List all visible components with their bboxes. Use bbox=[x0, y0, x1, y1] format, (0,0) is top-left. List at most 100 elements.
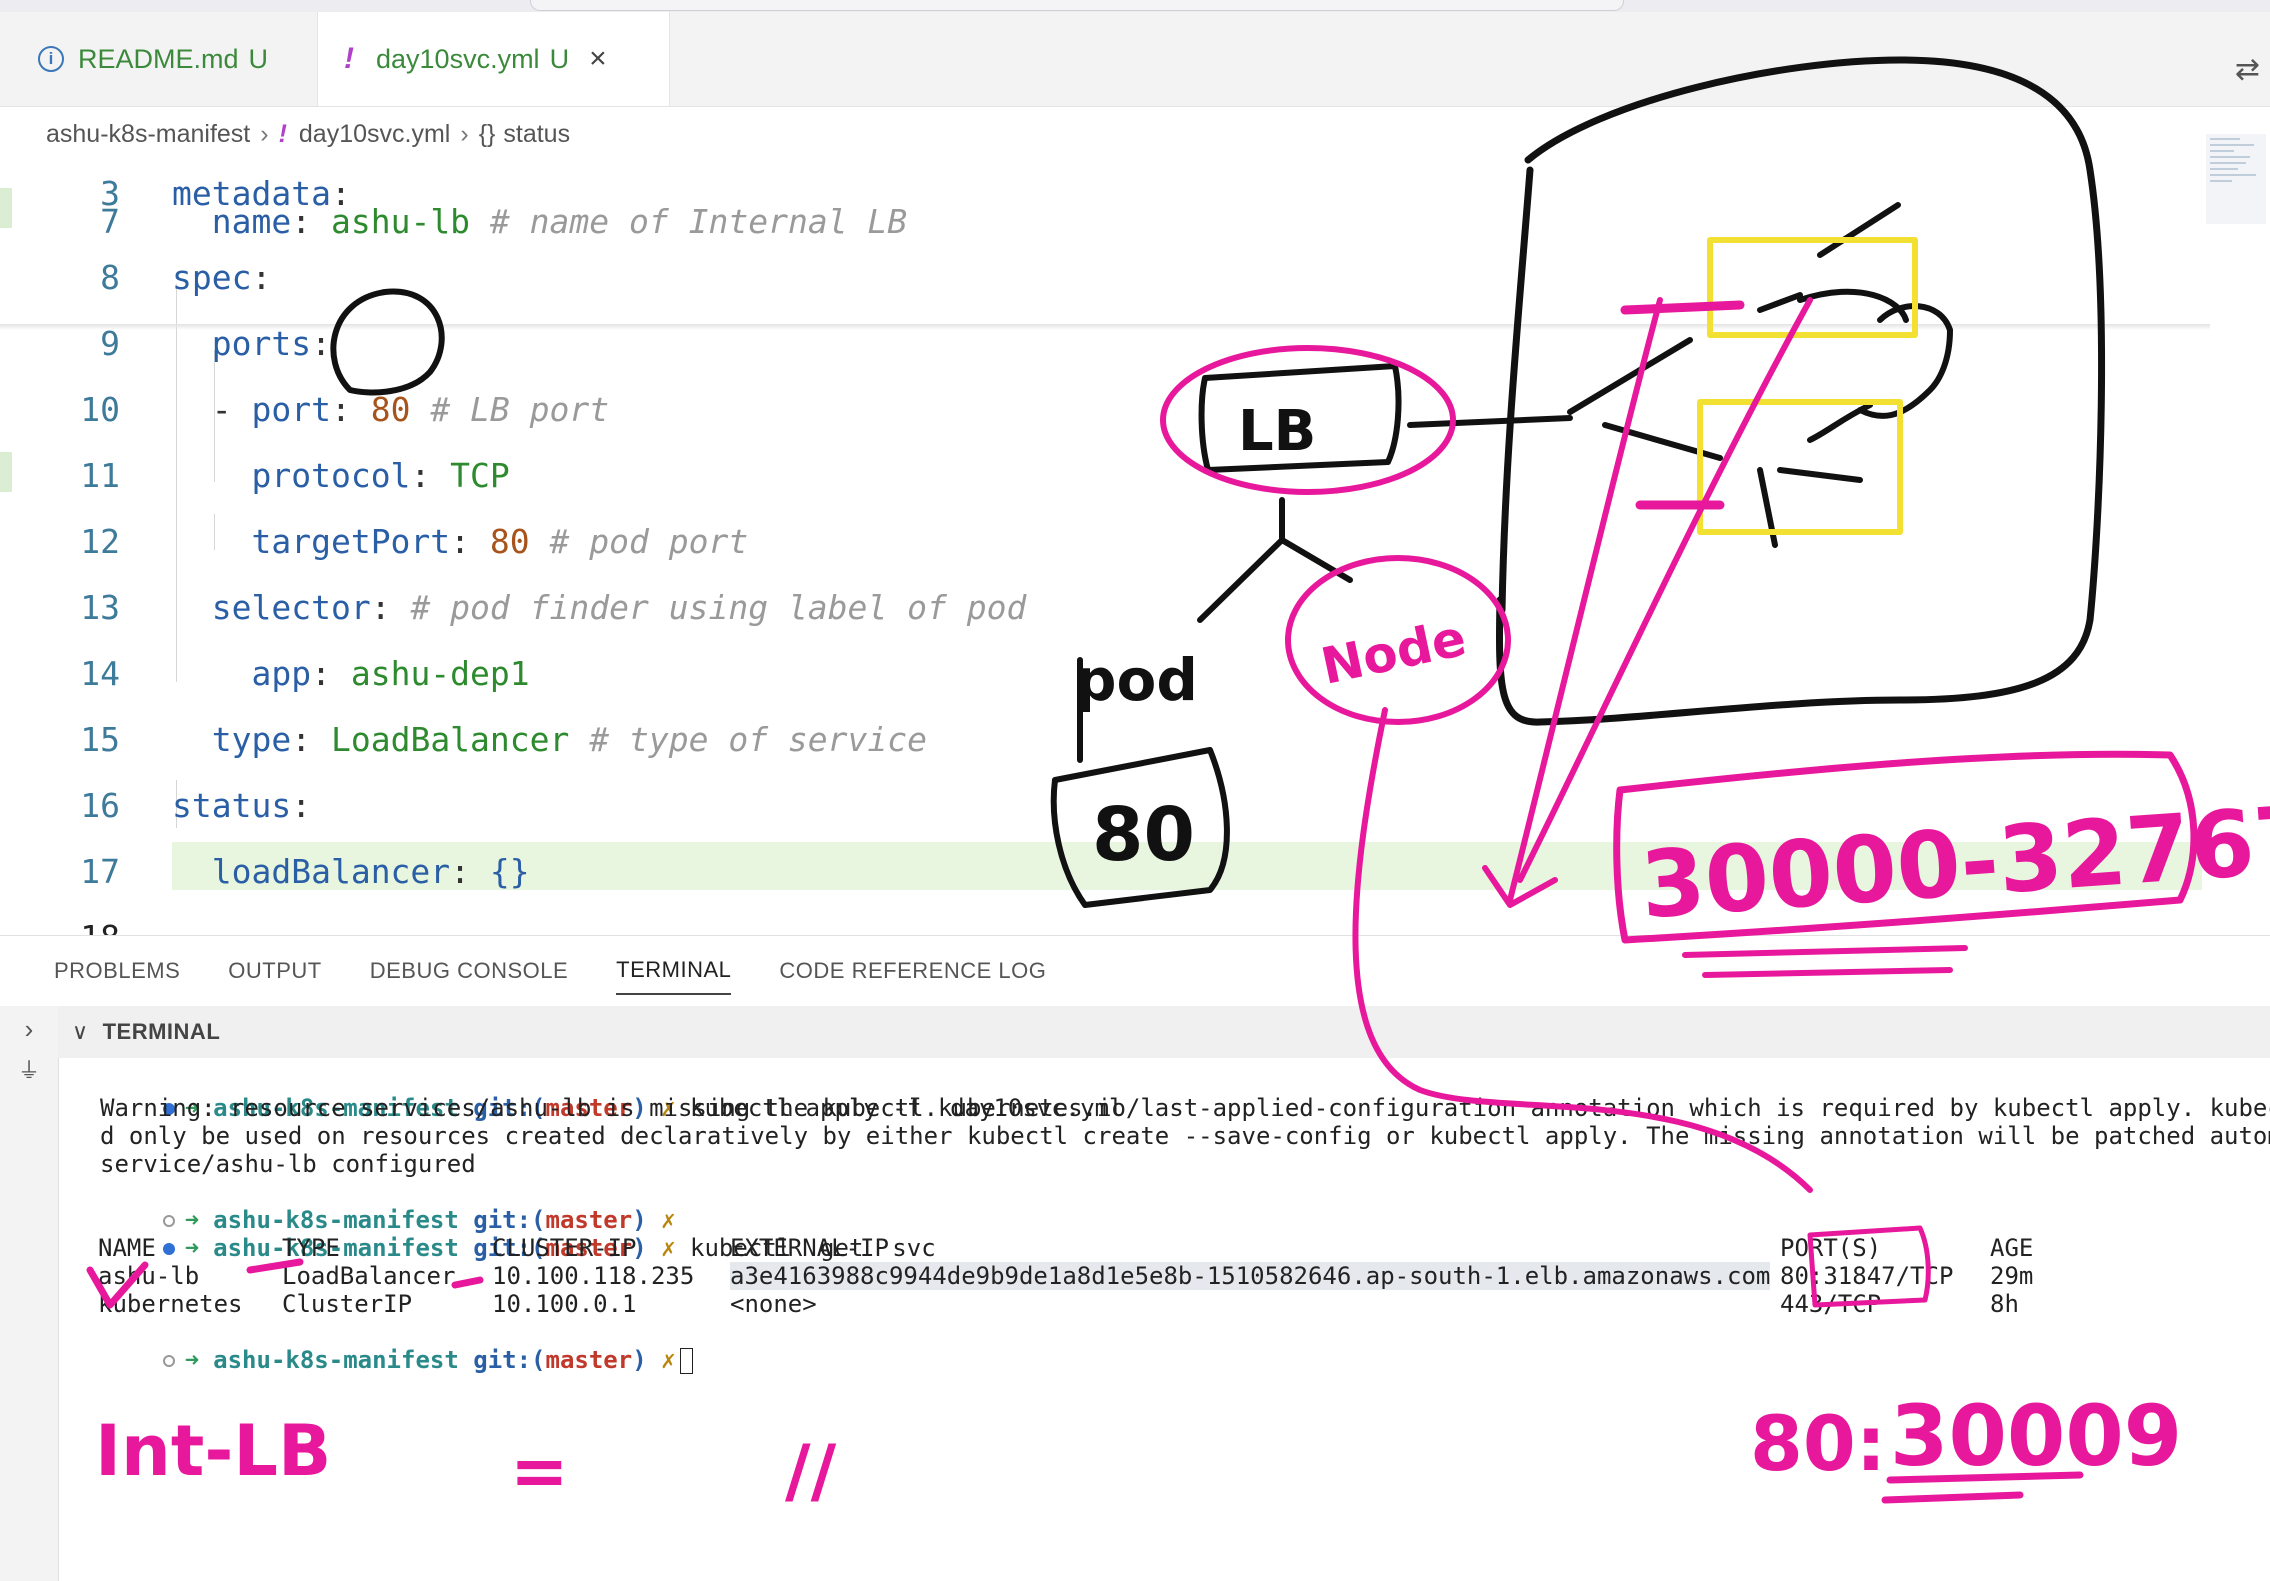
terminal-output-line: service/ashu-lb configured bbox=[100, 1150, 476, 1178]
terminal-section-header[interactable]: ∨ TERMINAL bbox=[58, 1006, 2270, 1058]
terminal-sidebar: › ⏚ bbox=[0, 1006, 59, 1581]
table-cell: kubernetes bbox=[98, 1290, 243, 1318]
tab-output[interactable]: OUTPUT bbox=[228, 948, 321, 994]
code-line[interactable]: 10 - port: 80 # LB port bbox=[0, 386, 2210, 434]
prompt-arrow-icon: ➜ bbox=[184, 1346, 200, 1374]
table-cell: 10.100.118.235 bbox=[492, 1262, 695, 1290]
token-key: loadBalancer bbox=[211, 852, 451, 891]
token-value: TCP bbox=[430, 456, 510, 495]
code-line[interactable]: 16 status: bbox=[0, 782, 2210, 830]
token-comment: # pod port bbox=[529, 522, 749, 561]
code-line[interactable]: 15 type: LoadBalancer # type of service bbox=[0, 716, 2210, 764]
token-value: LoadBalancer bbox=[311, 720, 570, 759]
token-value: 80 bbox=[470, 522, 530, 561]
table-header: EXTERNAL-IP bbox=[730, 1234, 889, 1262]
command-success-dot[interactable] bbox=[162, 1243, 175, 1255]
bottom-panel: PROBLEMS OUTPUT DEBUG CONSOLE TERMINAL C… bbox=[0, 935, 2270, 1581]
code-editor[interactable]: 3 metadata: 7 name: ashu-lb # name of Inte… bbox=[0, 140, 2270, 957]
col-name: NAME bbox=[98, 1234, 156, 1262]
col-external-ip: EXTERNAL-IP bbox=[730, 1234, 889, 1262]
prompt-git-close: ) bbox=[632, 1346, 647, 1374]
line-number: 17 bbox=[80, 852, 120, 891]
table-cell: LoadBalancer bbox=[282, 1262, 456, 1290]
code-line[interactable]: 7 name: ashu-lb # name of Internal LB bbox=[0, 198, 2210, 246]
token-comment: # LB port bbox=[410, 390, 610, 429]
tab-day10svc[interactable]: ! day10svc.yml U × bbox=[318, 12, 670, 106]
tab-code-reference-log[interactable]: CODE REFERENCE LOG bbox=[779, 948, 1046, 994]
table-cell: 443/TCP bbox=[1780, 1290, 1882, 1318]
line-content: app: ashu-dep1 bbox=[172, 650, 529, 698]
chevron-down-icon: ∨ bbox=[72, 1019, 89, 1044]
table-cell: <none> bbox=[730, 1290, 817, 1318]
line-content: name: ashu-lb # name of Internal LB bbox=[172, 198, 907, 246]
terminal-warning-line: Warning: resource services/ashu-lb is mi… bbox=[100, 1094, 2270, 1122]
sticky-scroll-shadow bbox=[0, 324, 2210, 330]
token-colon: : bbox=[291, 720, 312, 759]
line-number: 14 bbox=[80, 654, 120, 693]
line-number: 15 bbox=[80, 720, 120, 759]
col-age: AGE bbox=[1990, 1234, 2034, 1262]
token-colon: : bbox=[410, 456, 431, 495]
command-center[interactable] bbox=[530, 0, 1624, 11]
tab-day10svc-label: day10svc.yml bbox=[376, 43, 540, 74]
prompt-git: git:( bbox=[473, 1346, 546, 1374]
table-cell: 29m bbox=[1990, 1262, 2034, 1290]
close-icon[interactable]: × bbox=[589, 42, 607, 76]
command-empty-dot[interactable] bbox=[162, 1355, 175, 1367]
line-content: selector: # pod finder using label of po… bbox=[172, 584, 1027, 632]
tab-readme[interactable]: i README.md U bbox=[0, 12, 318, 106]
token-colon: : bbox=[311, 654, 331, 693]
terminal-output[interactable]: ➜ ashu-k8s-manifest git:(master) ✗ kubect… bbox=[58, 1066, 2270, 1566]
table-header: TYPE bbox=[282, 1234, 340, 1262]
code-line[interactable]: 17 loadBalancer: {} bbox=[0, 848, 2210, 896]
terminal-warning-line: d only be used on resources created decl… bbox=[100, 1122, 2270, 1150]
token-colon: : bbox=[291, 202, 312, 241]
code-line[interactable]: 8 spec: bbox=[0, 254, 2210, 302]
prompt-arrow-icon: ➜ bbox=[184, 1234, 200, 1262]
code-line[interactable]: 13 selector: # pod finder using label of… bbox=[0, 584, 2210, 632]
table-cell: 8h bbox=[1990, 1290, 2019, 1318]
token-colon: : bbox=[251, 258, 272, 297]
token-comment: # type of service bbox=[569, 720, 928, 759]
col-ports: PORT(S) bbox=[1780, 1234, 1882, 1262]
line-content: protocol: TCP bbox=[172, 452, 510, 500]
plug-icon[interactable]: ⏚ bbox=[0, 1053, 58, 1085]
table-header: PORT(S) bbox=[1780, 1234, 1881, 1262]
text-cursor bbox=[679, 1348, 693, 1374]
token-key: selector bbox=[211, 588, 371, 627]
chevron-right-icon[interactable]: › bbox=[0, 1014, 58, 1045]
line-number: 11 bbox=[80, 456, 120, 495]
table-cell-selected[interactable]: a3e4163988c9944de9b9de1a8d1e5e8b-1510582… bbox=[730, 1262, 1771, 1290]
line-number: 7 bbox=[100, 202, 120, 241]
untracked-badge: U bbox=[248, 43, 269, 74]
token-colon: : bbox=[370, 588, 391, 627]
token-key: app bbox=[251, 654, 312, 693]
token-key: protocol bbox=[251, 456, 411, 495]
token-colon: : bbox=[330, 390, 351, 429]
token-key: status bbox=[172, 786, 292, 825]
prompt-branch: master bbox=[545, 1346, 633, 1374]
tab-problems[interactable]: PROBLEMS bbox=[54, 948, 180, 994]
tab-terminal[interactable]: TERMINAL bbox=[616, 947, 732, 995]
col-cluster-ip: CLUSTER-IP bbox=[492, 1234, 637, 1262]
line-content: spec: bbox=[172, 254, 271, 302]
table-cell: ClusterIP bbox=[282, 1290, 413, 1318]
table-header: AGE bbox=[1990, 1234, 2033, 1262]
code-line[interactable]: 12 targetPort: 80 # pod port bbox=[0, 518, 2210, 566]
line-content: type: LoadBalancer # type of service bbox=[172, 716, 927, 764]
token-value: 80 bbox=[350, 390, 411, 429]
table-header: NAME bbox=[98, 1234, 156, 1262]
code-line[interactable]: 14 app: ashu-dep1 bbox=[0, 650, 2210, 698]
open-changes-icon[interactable]: ⇄ bbox=[2235, 52, 2260, 87]
prompt-dirty-mark: ✗ bbox=[661, 1346, 676, 1374]
code-line[interactable]: 11 protocol: TCP bbox=[0, 452, 2210, 500]
token-key: port bbox=[251, 390, 331, 429]
table-cell: 10.100.0.1 bbox=[492, 1290, 637, 1318]
tab-debug-console[interactable]: DEBUG CONSOLE bbox=[370, 948, 568, 994]
terminal-command-line: ➜ ashu-k8s-manifest git:(master) ✗ kubect… bbox=[58, 1066, 1124, 1122]
